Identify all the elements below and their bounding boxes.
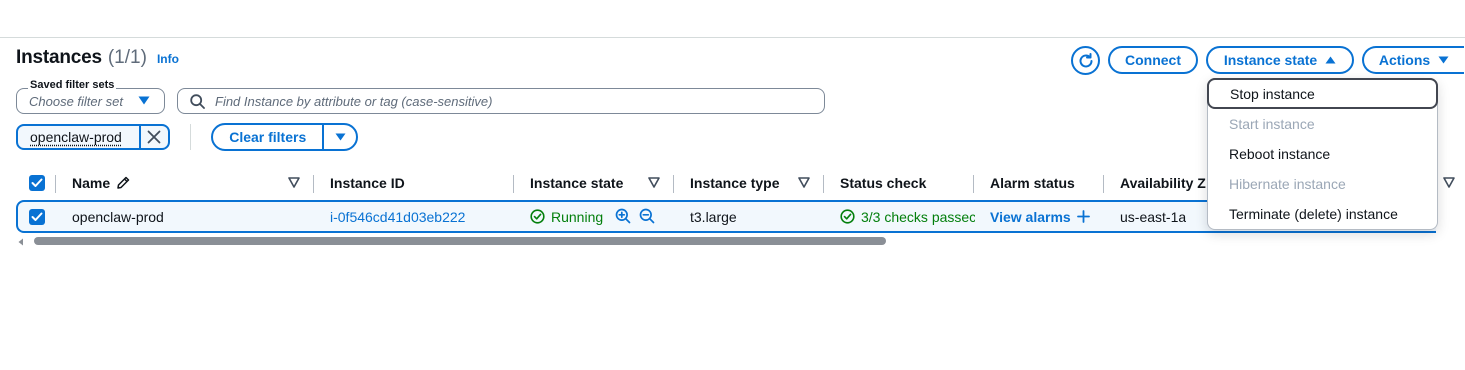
sort-icon[interactable]: [1443, 177, 1455, 188]
pencil-icon: [117, 176, 130, 189]
select-all-checkbox[interactable]: [29, 170, 45, 196]
column-divider: [823, 175, 824, 193]
sort-icon[interactable]: [648, 177, 660, 188]
clear-filters-dropdown-button[interactable]: [322, 125, 356, 149]
info-link[interactable]: Info: [157, 52, 179, 66]
column-header-instance-type[interactable]: Instance type: [690, 170, 779, 196]
column-header-label: Instance state: [530, 175, 624, 191]
plus-icon: [1076, 210, 1090, 223]
connect-button[interactable]: Connect: [1108, 46, 1198, 74]
column-header-label: Availability Z: [1120, 175, 1206, 191]
column-divider: [973, 175, 974, 193]
clear-filters-button[interactable]: Clear filters: [213, 125, 322, 149]
column-header-alarm-status[interactable]: Alarm status: [990, 170, 1075, 196]
check-circle-icon: [530, 209, 545, 224]
instance-count: (1/1): [107, 47, 147, 68]
clear-filters-label: Clear filters: [229, 129, 307, 145]
sort-icon[interactable]: [798, 177, 810, 188]
refresh-button[interactable]: [1071, 46, 1100, 75]
column-divider: [1103, 175, 1104, 193]
page-title: Instances: [16, 47, 102, 68]
cell-status-check: 3/3 checks passec: [840, 202, 975, 231]
column-header-label: Instance type: [690, 175, 780, 191]
saved-filter-sets-select[interactable]: Choose filter set: [16, 88, 165, 114]
caret-down-icon: [1438, 56, 1449, 64]
view-alarms-label: View alarms: [990, 208, 1071, 225]
remove-token-button[interactable]: [138, 124, 168, 150]
instance-state-label: Instance state: [1223, 52, 1318, 68]
column-divider: [513, 175, 514, 193]
column-divider: [313, 175, 314, 193]
search-input[interactable]: [215, 93, 795, 109]
refresh-icon: [1079, 52, 1092, 67]
column-header-label: Status check: [840, 175, 927, 191]
view-alarms-link[interactable]: View alarms: [990, 202, 1090, 231]
instance-state-value: Running: [551, 208, 604, 225]
cell-availability-zone: us-east-1a: [1120, 208, 1187, 225]
check-circle-icon: [840, 209, 855, 224]
checkbox-checked-icon: [29, 208, 45, 225]
search-field[interactable]: [177, 88, 825, 114]
caret-up-icon: [1325, 56, 1336, 64]
menu-item-terminate-instance[interactable]: Terminate (delete) instance: [1208, 199, 1439, 229]
instance-state-menu: Stop instance Start instance Reboot inst…: [1207, 78, 1438, 230]
close-icon: [147, 130, 161, 144]
cell-instance-type: t3.large: [690, 208, 737, 225]
column-header-availability-zone[interactable]: Availability Z: [1120, 170, 1206, 196]
menu-item-reboot-instance[interactable]: Reboot instance: [1208, 139, 1439, 169]
cell-instance-state: Running: [530, 202, 603, 231]
saved-filter-sets-label: Saved filter sets: [28, 79, 117, 91]
column-header-name[interactable]: Name: [72, 170, 130, 196]
zoom-out-icon[interactable]: [639, 208, 655, 224]
column-header-label: Instance ID: [330, 175, 405, 191]
top-divider: [0, 37, 1465, 38]
sort-icon[interactable]: [288, 177, 300, 188]
actions-button[interactable]: Actions: [1362, 46, 1464, 74]
zoom-in-icon[interactable]: [615, 208, 631, 224]
menu-item-hibernate-instance: Hibernate instance: [1229, 176, 1346, 192]
column-header-label: Name: [72, 175, 111, 191]
connect-label: Connect: [1125, 52, 1181, 68]
filter-divider: [190, 124, 191, 150]
menu-item-start-instance: Start instance: [1229, 116, 1315, 132]
filter-token[interactable]: openclaw-prod: [16, 124, 170, 150]
search-icon: [190, 93, 205, 109]
actions-label: Actions: [1378, 52, 1431, 68]
cell-name: openclaw-prod: [72, 208, 164, 225]
instance-id-link[interactable]: i-0f546cd41d03eb222: [330, 202, 465, 231]
checkbox-checked-icon: [29, 175, 45, 191]
column-divider: [55, 175, 56, 193]
filter-token-value: openclaw-prod: [30, 129, 122, 145]
column-header-instance-state[interactable]: Instance state: [530, 170, 623, 196]
column-divider: [673, 175, 674, 193]
clear-filters-split-button: Clear filters: [211, 123, 358, 151]
menu-item-stop-instance[interactable]: Stop instance: [1207, 78, 1438, 109]
caret-down-icon: [335, 133, 346, 141]
horizontal-scrollbar[interactable]: [34, 237, 886, 245]
instance-state-button[interactable]: Instance state: [1206, 46, 1354, 74]
column-header-status-check[interactable]: Status check: [840, 170, 926, 196]
column-header-label: Alarm status: [990, 175, 1075, 191]
status-check-value: 3/3 checks passec: [861, 208, 975, 225]
caret-down-icon: [138, 96, 150, 105]
page-header: Instances (1/1) Info: [16, 47, 179, 69]
row-checkbox[interactable]: [29, 202, 45, 231]
scroll-left-icon[interactable]: [18, 238, 24, 246]
saved-filter-sets-placeholder: Choose filter set: [29, 93, 123, 109]
column-header-instance-id[interactable]: Instance ID: [330, 170, 405, 196]
